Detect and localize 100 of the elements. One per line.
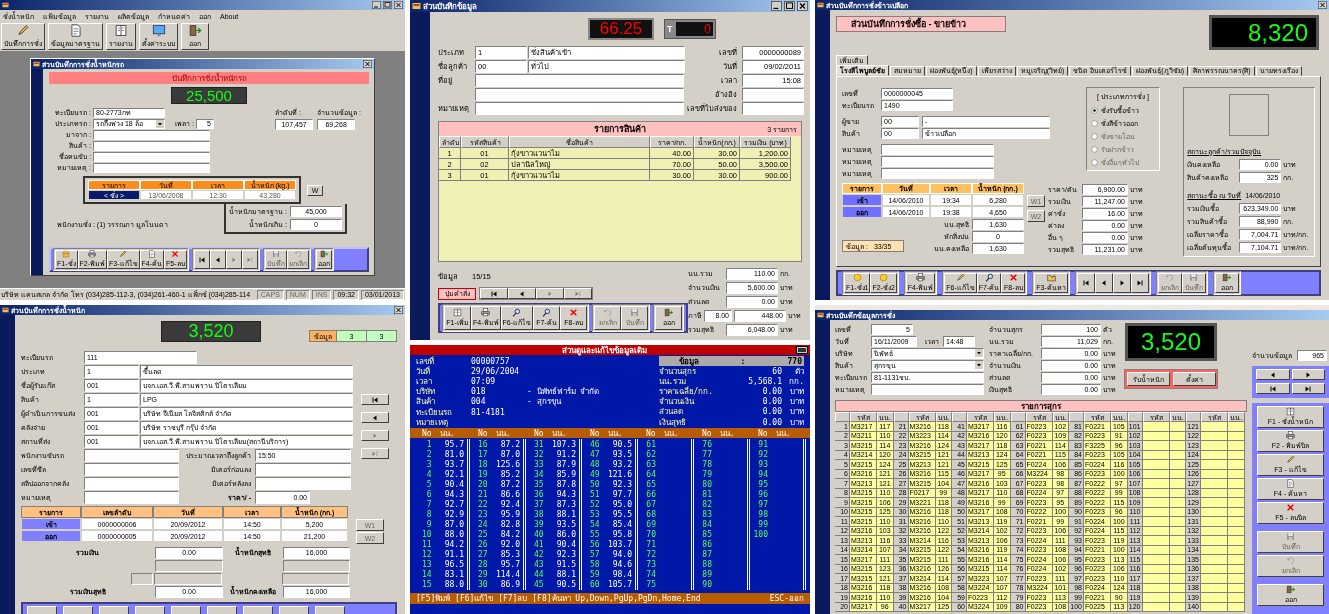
input-field[interactable] [131, 572, 153, 585]
column-header: นน. [439, 427, 455, 440]
previous-button[interactable] [508, 288, 536, 299]
toolbar-button[interactable] [279, 606, 309, 614]
table-cell [1228, 555, 1245, 565]
field-label: ราคาเฉลี่ย/กก. [658, 385, 715, 397]
first-record-button[interactable] [193, 250, 210, 269]
row-number: 59 [589, 570, 600, 580]
row-number: 14 [421, 570, 432, 580]
minimize-button[interactable] [771, 1, 782, 11]
window-icon [2, 307, 9, 313]
first-record-button[interactable] [361, 394, 389, 405]
close-button[interactable] [394, 1, 403, 9]
table-cell [1142, 479, 1170, 489]
input-field[interactable] [93, 129, 210, 140]
undo-icon [1165, 273, 1175, 282]
first-record-button[interactable] [1256, 383, 1290, 394]
row-number: 43 [533, 560, 544, 570]
weight-value: 88.1 [555, 509, 576, 519]
input-field[interactable] [154, 572, 222, 585]
row-number: 6 [425, 489, 432, 499]
unit-label: บาท [789, 396, 804, 409]
weight-value: 87.2 [499, 479, 520, 489]
column-header: นน. [663, 427, 679, 440]
input-field[interactable] [475, 101, 684, 115]
input-field[interactable] [84, 462, 179, 476]
weight-value: 96.5 [443, 560, 464, 570]
input-field[interactable] [155, 559, 223, 572]
toolbar-button[interactable] [27, 606, 57, 614]
printer-icon [481, 308, 491, 317]
row-number: 78 [701, 459, 712, 469]
field-label: จำนวนเงิน [658, 396, 695, 408]
close-button[interactable] [363, 60, 372, 68]
weight-value: 95.9 [499, 509, 520, 519]
table-cell [1142, 450, 1170, 460]
last-record-button[interactable] [1291, 383, 1325, 394]
input-field[interactable] [871, 383, 984, 395]
input-field[interactable] [475, 87, 684, 101]
row-number: 98 [757, 509, 768, 519]
input-field[interactable] [93, 151, 210, 162]
row-number: 19 [477, 469, 488, 479]
input-field[interactable] [881, 143, 994, 155]
input-field[interactable] [742, 87, 804, 101]
input-field[interactable] [282, 572, 349, 585]
input-field[interactable] [93, 162, 210, 173]
toolbar-button[interactable] [135, 606, 165, 614]
table-cell [1228, 479, 1245, 489]
row-number: 31 [533, 439, 544, 449]
row-number: 48 [589, 459, 600, 469]
coin-icon [879, 273, 889, 282]
toolbar-button[interactable] [315, 606, 345, 614]
input-field[interactable] [475, 73, 684, 87]
input-field[interactable] [881, 167, 994, 179]
toolbar-button[interactable] [63, 606, 93, 614]
table-cell [1142, 593, 1170, 603]
weight-value: 83.1 [443, 570, 464, 580]
close-button[interactable] [1318, 1, 1327, 9]
first-record-button[interactable] [1076, 273, 1095, 293]
tare-label: T [667, 24, 673, 34]
input-field[interactable] [881, 155, 994, 167]
toolbar-button[interactable] [207, 606, 237, 614]
column-header: นน. [495, 427, 511, 440]
input-field[interactable] [255, 476, 351, 490]
toolbar-button[interactable] [243, 606, 273, 614]
input-field[interactable] [84, 448, 179, 462]
input-field[interactable] [84, 490, 179, 504]
previous-button[interactable] [1256, 369, 1290, 380]
field-value: 0.00 [762, 417, 782, 427]
toolbar-button[interactable] [99, 606, 129, 614]
input-field[interactable] [84, 476, 179, 490]
row-number: 7 [425, 499, 432, 509]
record-label: ข้อมูล [678, 355, 699, 367]
row-number: 11 [421, 540, 432, 550]
table-cell [1169, 545, 1186, 555]
first-record-button[interactable] [480, 288, 508, 299]
next-button[interactable] [1291, 369, 1325, 380]
input-field[interactable] [255, 462, 351, 476]
previous-button[interactable] [361, 412, 389, 423]
input-field[interactable] [93, 140, 210, 151]
table-cell [1201, 564, 1228, 574]
radio-button[interactable] [1091, 119, 1098, 127]
weight-value: 87.8 [555, 479, 576, 489]
row-number: 57 [589, 550, 600, 560]
field-label: จำนวนสุกร [658, 366, 696, 378]
weight-value: 105.7 [606, 580, 632, 590]
maximize-button[interactable] [784, 1, 795, 11]
close-button[interactable] [797, 1, 808, 11]
skip-forward-icon [1304, 384, 1313, 393]
radio-button[interactable] [1091, 106, 1098, 114]
weight-value: 95.0 [611, 499, 632, 509]
monitor-icon [151, 24, 166, 37]
maximize-button[interactable] [383, 1, 392, 9]
toolbar-button[interactable] [171, 606, 201, 614]
field-value: - สุกรขุน [527, 396, 561, 409]
close-button[interactable] [394, 306, 403, 314]
window-icon [817, 312, 824, 318]
input-field[interactable] [283, 559, 350, 572]
document-icon [1286, 479, 1295, 488]
input-field[interactable] [742, 101, 804, 115]
search-icon [984, 273, 994, 282]
